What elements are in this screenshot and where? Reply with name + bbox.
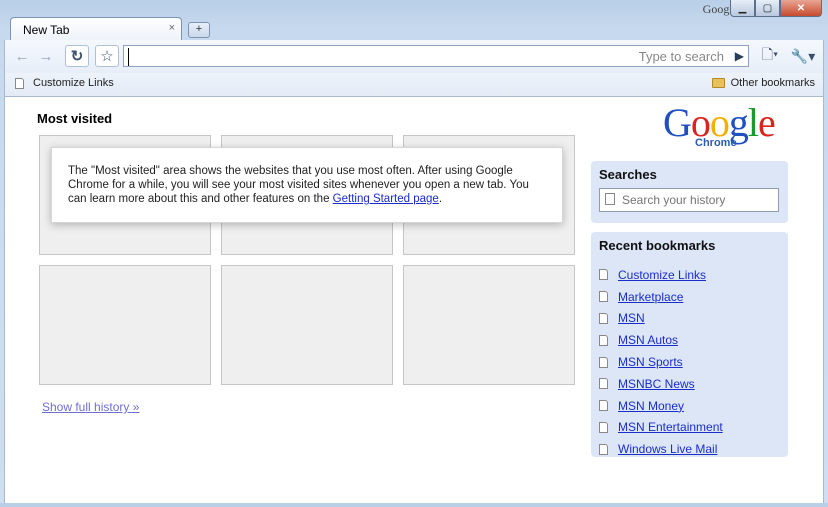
logo-subtitle: Chrome (695, 137, 737, 149)
list-item: MSN (599, 308, 723, 330)
window-bottom-border (0, 503, 828, 507)
most-visited-title: Most visited (37, 111, 113, 126)
logo-letter: G (663, 100, 692, 145)
new-tab-page: Most visited The "Most visited" area sho… (4, 97, 824, 503)
new-tab-button[interactable]: + (188, 22, 210, 38)
page-icon (599, 421, 608, 433)
maximize-button[interactable]: ▢ (755, 0, 780, 17)
searches-title: Searches (599, 167, 657, 182)
bookmark-customize-links[interactable]: Customize Links (15, 77, 114, 89)
page-icon (605, 193, 615, 205)
most-visited-thumbnail[interactable] (221, 265, 393, 385)
title-bar: Google ▁ ▢ ✕ New Tab × + (0, 0, 828, 41)
recent-bookmark-link[interactable]: MSN (618, 311, 645, 325)
most-visited-notice: The "Most visited" area shows the websit… (51, 147, 563, 223)
recent-bookmark-link[interactable]: MSN Autos (618, 333, 678, 347)
window-controls: ▁ ▢ ✕ (730, 0, 822, 17)
go-arrow-icon[interactable]: ▶ (735, 49, 744, 63)
page-icon (599, 269, 608, 281)
tab-title: New Tab (23, 23, 70, 37)
list-item: MSNBC News (599, 373, 723, 395)
recent-bookmark-link[interactable]: MSNBC News (618, 377, 695, 391)
other-bookmarks-button[interactable]: Other bookmarks (711, 77, 815, 89)
list-item: Marketplace (599, 286, 723, 308)
logo-letter: e (758, 100, 776, 145)
history-search-box[interactable] (599, 188, 779, 212)
list-item: MSN Sports (599, 351, 723, 373)
toolbar: ← → ↻ ☆ Type to search ▶ 🗋▾ 🔧▾ (4, 40, 824, 73)
forward-arrow-icon[interactable]: → (35, 45, 57, 67)
list-item: Windows Live Mail (599, 438, 723, 460)
notice-end: . (438, 193, 443, 205)
recent-bookmarks-panel: Recent bookmarks Customize Links Marketp… (591, 232, 788, 457)
recent-bookmark-link[interactable]: Customize Links (618, 268, 706, 282)
recent-bookmark-link[interactable]: MSN Sports (618, 355, 683, 369)
most-visited-thumbnail[interactable] (403, 265, 575, 385)
page-icon (15, 77, 24, 89)
close-window-button[interactable]: ✕ (780, 0, 822, 17)
wrench-menu-icon[interactable]: 🔧▾ (789, 45, 817, 67)
list-item: Customize Links (599, 264, 723, 286)
omnibox-hint: Type to search (638, 49, 724, 64)
page-icon (599, 400, 608, 412)
tab-new-tab[interactable]: New Tab × (10, 17, 182, 41)
browser-window: Google ▁ ▢ ✕ New Tab × + ← → ↻ ☆ Type to… (0, 0, 828, 507)
folder-icon (711, 78, 725, 88)
recent-bookmarks-list: Customize Links Marketplace MSN MSN Auto… (599, 264, 723, 460)
getting-started-link[interactable]: Getting Started page (333, 193, 439, 205)
page-icon (599, 356, 608, 368)
other-bookmarks-label: Other bookmarks (730, 77, 815, 89)
recent-bookmark-link[interactable]: Windows Live Mail (618, 442, 717, 456)
minimize-button[interactable]: ▁ (730, 0, 755, 17)
list-item: MSN Autos (599, 329, 723, 351)
most-visited-thumbnail[interactable] (39, 265, 211, 385)
recent-bookmark-link[interactable]: MSN Money (618, 399, 684, 413)
bookmark-label: Customize Links (33, 77, 114, 89)
recent-bookmark-link[interactable]: Marketplace (618, 290, 683, 304)
back-arrow-icon[interactable]: ← (11, 45, 33, 67)
page-icon (599, 312, 608, 324)
recent-bookmark-link[interactable]: MSN Entertainment (618, 420, 723, 434)
bookmarks-bar: Customize Links Other bookmarks (4, 73, 824, 97)
star-bookmark-icon[interactable]: ☆ (95, 45, 119, 67)
address-input[interactable] (128, 48, 633, 66)
omnibox[interactable]: Type to search ▶ (123, 45, 749, 67)
searches-panel: Searches (591, 161, 788, 223)
page-menu-icon[interactable]: 🗋▾ (757, 45, 783, 67)
recent-bookmarks-title: Recent bookmarks (599, 238, 716, 253)
page-icon (599, 334, 608, 346)
logo-letter: l (747, 100, 759, 145)
page-icon (599, 443, 608, 455)
page-icon (599, 291, 608, 303)
reload-icon[interactable]: ↻ (65, 45, 89, 67)
close-tab-icon[interactable]: × (169, 22, 175, 34)
notice-text: The "Most visited" area shows the websit… (68, 165, 529, 205)
list-item: MSN Money (599, 395, 723, 417)
show-full-history-link[interactable]: Show full history » (42, 400, 139, 414)
list-item: MSN Entertainment (599, 417, 723, 439)
page-icon (599, 378, 608, 390)
history-search-input[interactable] (620, 192, 774, 208)
